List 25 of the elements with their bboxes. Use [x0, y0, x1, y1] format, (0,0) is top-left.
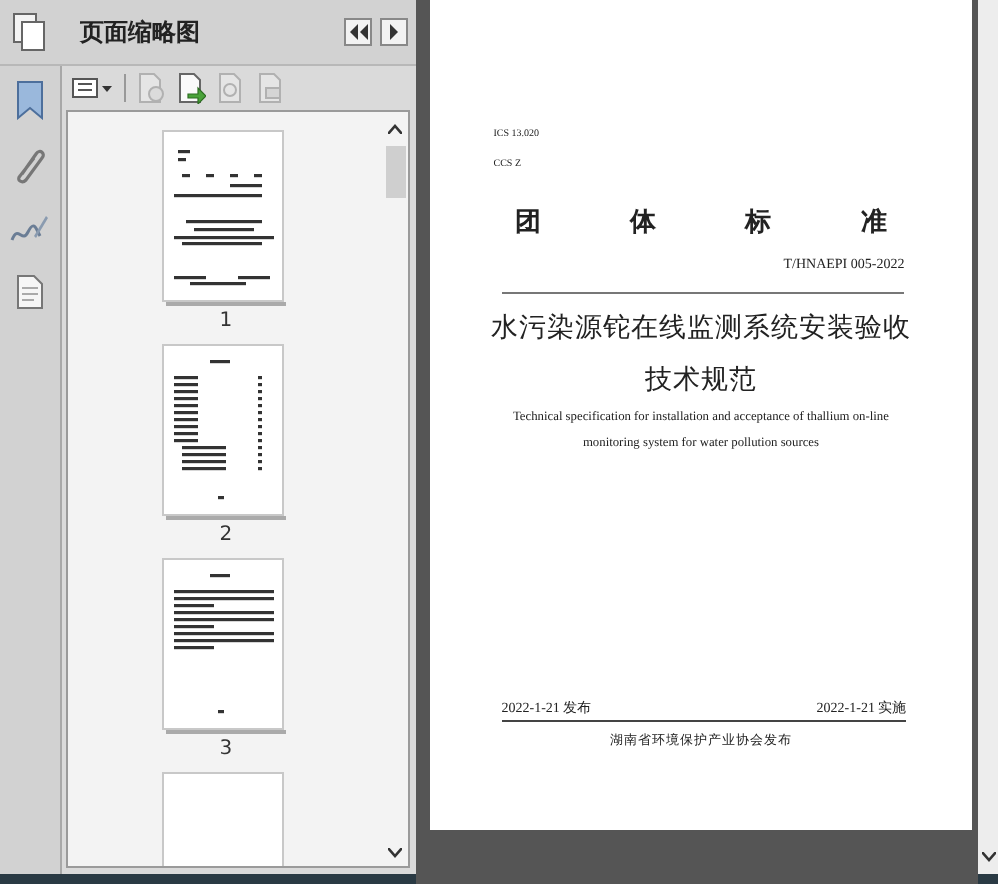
page-icon[interactable] [16, 274, 44, 310]
options-button[interactable] [72, 78, 112, 98]
page-number: 2 [219, 524, 233, 546]
bookmark-icon[interactable] [16, 80, 44, 120]
page-thumbnail[interactable] [162, 344, 289, 520]
scroll-down-icon[interactable] [981, 852, 996, 862]
page-thumbnail[interactable] [162, 558, 289, 734]
document-scrollbar[interactable] [978, 0, 998, 874]
panel-title: 页面缩略图 [80, 15, 202, 49]
document-title: 技术规范 [642, 362, 759, 398]
pages-icon[interactable] [12, 12, 48, 52]
document-title: 水污染源铊在线监测系统安装验收 [488, 310, 913, 346]
expand-button[interactable] [379, 18, 408, 46]
page-number: 1 [219, 310, 233, 332]
page-number: 3 [219, 738, 233, 760]
page-thumbnail[interactable] [162, 130, 289, 306]
standard-heading: 团 体 标 准 [513, 206, 889, 240]
scroll-down-icon[interactable] [388, 848, 403, 858]
double-left-arrow-icon [347, 24, 368, 40]
scroll-up-icon[interactable] [388, 124, 403, 134]
paperclip-icon[interactable] [14, 146, 46, 186]
right-arrow-icon [387, 24, 400, 40]
insert-page-button[interactable] [178, 72, 206, 104]
collapse-button[interactable] [343, 18, 372, 46]
scroll-thumb[interactable] [385, 146, 406, 198]
